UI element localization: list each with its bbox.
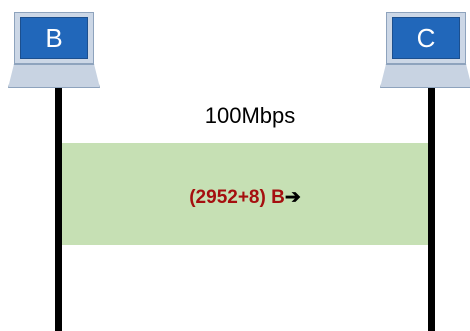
laptop-c-icon: C [380,0,470,90]
node-c-label: C [392,17,460,59]
timeline-c [428,88,435,331]
laptop-b-screen: B [14,12,94,64]
laptop-c-base [380,64,470,88]
packet-label: (2952+8) B➔ [62,186,428,209]
link-rate-label: 100Mbps [204,103,296,128]
right-arrow-icon: ➔ [284,187,301,208]
packet-size-text: (2952+8) B [189,187,285,208]
node-b-label: B [20,17,88,59]
laptop-c-screen: C [386,12,466,64]
laptop-b-base [8,64,100,88]
laptop-b-icon: B [8,0,103,90]
timeline-b [55,88,62,331]
